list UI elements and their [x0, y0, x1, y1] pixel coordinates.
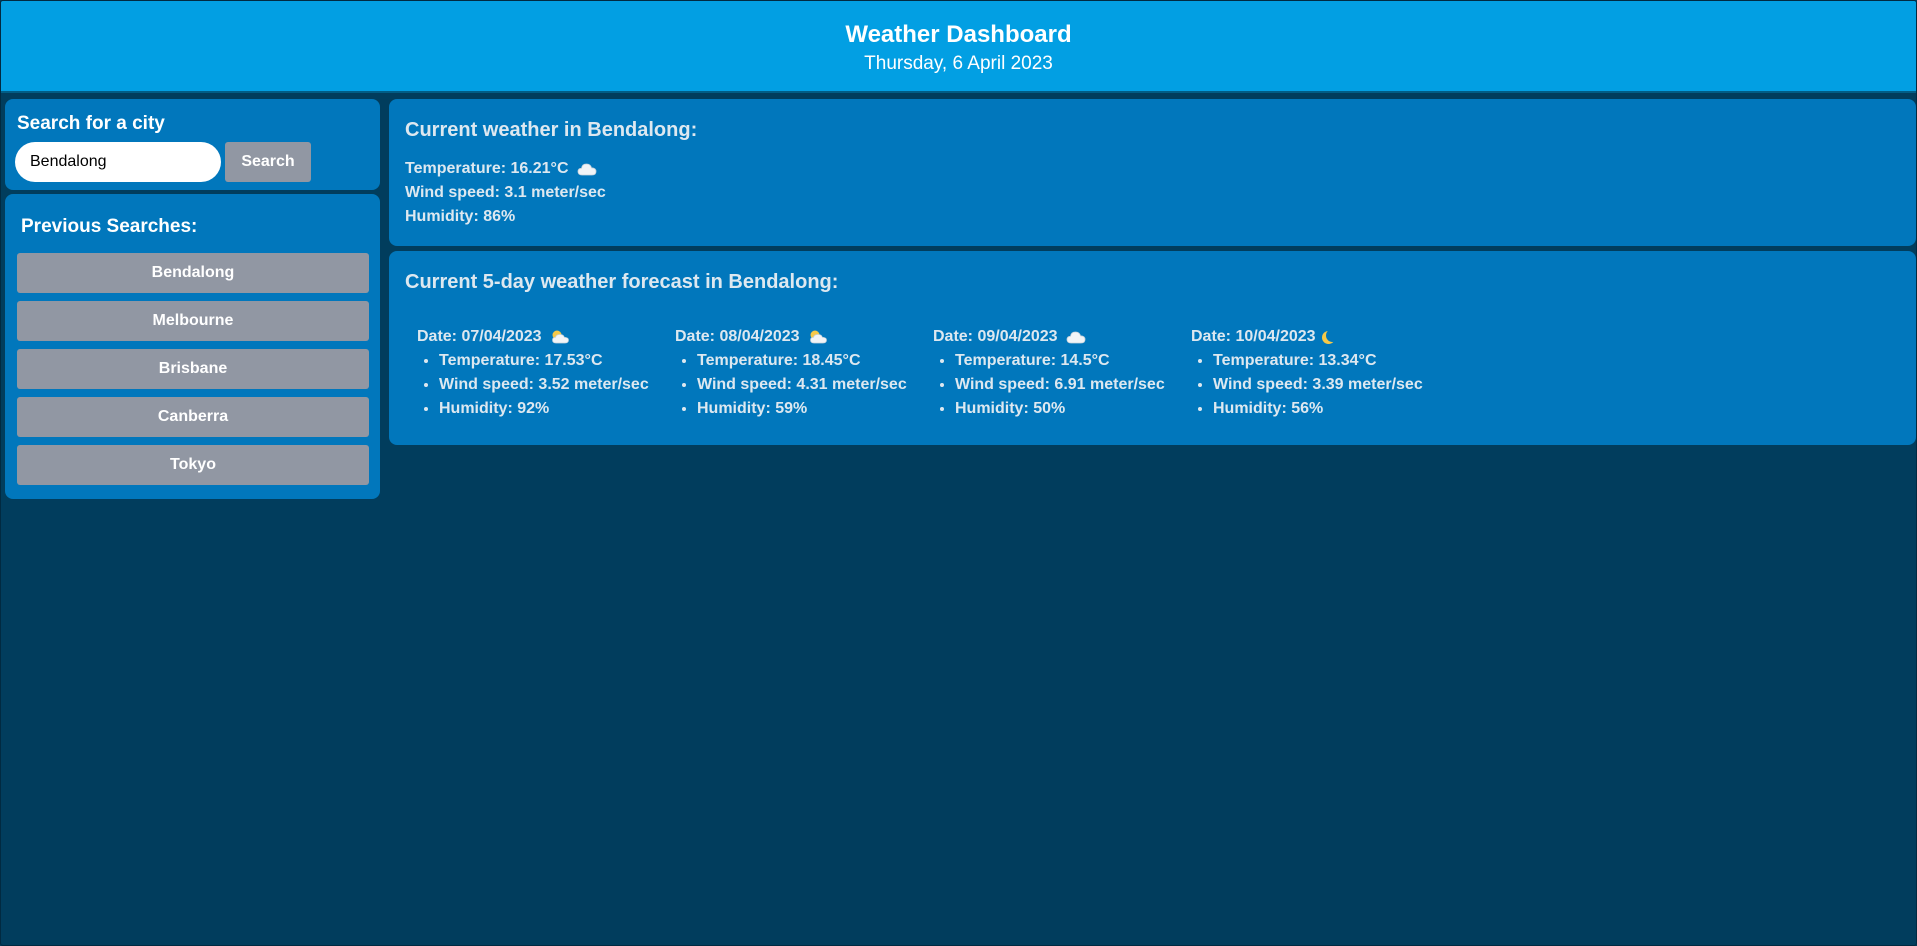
moon-icon — [1326, 329, 1339, 342]
forecast-day: Date: 08/04/2023 Temperature: 18.45°C Wi… — [675, 325, 933, 421]
cloud-icon — [577, 163, 597, 176]
forecast-date-line: Date: 07/04/2023 — [417, 325, 675, 349]
forecast-temperature: Temperature: 18.45°C — [697, 349, 933, 373]
forecast-temperature: Temperature: 14.5°C — [955, 349, 1191, 373]
forecast-day: Date: 10/04/2023 Temperature: 13.34°C Wi… — [1191, 325, 1449, 421]
previous-searches-heading: Previous Searches: — [21, 216, 198, 237]
forecast-wind-speed: Wind speed: 4.31 meter/sec — [697, 373, 933, 397]
forecast-humidity: Humidity: 59% — [697, 397, 933, 421]
forecast-panel: Current 5-day weather forecast in Bendal… — [389, 251, 1916, 445]
page-header: Weather Dashboard Thursday, 6 April 2023 — [1, 1, 1916, 93]
forecast-humidity: Humidity: 56% — [1213, 397, 1449, 421]
forecast-humidity: Humidity: 50% — [955, 397, 1191, 421]
cloud-icon — [1066, 331, 1086, 344]
forecast-day: Date: 07/04/2023 Temperature: 17.53°C Wi… — [417, 325, 675, 421]
forecast-wind-speed: Wind speed: 3.39 meter/sec — [1213, 373, 1449, 397]
previous-search-button[interactable]: Bendalong — [17, 253, 369, 293]
search-panel: Search for a city Search — [5, 99, 380, 190]
sidebar: Search for a city Search Previous Search… — [5, 99, 380, 499]
header-date: Thursday, 6 April 2023 — [864, 53, 1053, 74]
current-weather-panel: Current weather in Bendalong: Temperatur… — [389, 99, 1916, 246]
weather-dashboard-page: Weather Dashboard Thursday, 6 April 2023… — [0, 0, 1917, 946]
previous-search-button[interactable]: Melbourne — [17, 301, 369, 341]
forecast-temperature: Temperature: 13.34°C — [1213, 349, 1449, 373]
sun-behind-cloud-icon — [810, 330, 827, 344]
search-heading: Search for a city — [17, 113, 165, 134]
forecast-details-list: Temperature: 14.5°C Wind speed: 6.91 met… — [933, 349, 1191, 421]
page-title: Weather Dashboard — [845, 21, 1072, 48]
current-humidity: Humidity: 86% — [405, 208, 516, 225]
forecast-date-line: Date: 08/04/2023 — [675, 325, 933, 349]
forecast-wind-speed: Wind speed: 6.91 meter/sec — [955, 373, 1191, 397]
forecast-heading: Current 5-day weather forecast in Bendal… — [405, 271, 839, 293]
current-weather-stats: Temperature: 16.21°C Wind speed: 3.1 met… — [405, 157, 1916, 229]
search-button[interactable]: Search — [225, 142, 311, 182]
previous-search-button[interactable]: Brisbane — [17, 349, 369, 389]
current-wind-speed: Wind speed: 3.1 meter/sec — [405, 184, 606, 201]
forecast-date: Date: 09/04/2023 — [933, 328, 1058, 345]
forecast-date: Date: 08/04/2023 — [675, 328, 800, 345]
forecast-day: Date: 09/04/2023 Temperature: 14.5°C Win… — [933, 325, 1191, 421]
forecast-date: Date: 07/04/2023 — [417, 328, 542, 345]
current-temperature: Temperature: 16.21°C — [405, 160, 569, 177]
forecast-date-line: Date: 10/04/2023 — [1191, 325, 1449, 349]
search-row: Search — [15, 142, 370, 182]
main-content: Current weather in Bendalong: Temperatur… — [389, 99, 1916, 445]
forecast-date: Date: 10/04/2023 — [1191, 328, 1316, 345]
previous-searches-panel: Previous Searches: Bendalong Melbourne B… — [5, 194, 380, 499]
forecast-humidity: Humidity: 92% — [439, 397, 675, 421]
city-search-input[interactable] — [15, 142, 221, 182]
forecast-details-list: Temperature: 13.34°C Wind speed: 3.39 me… — [1191, 349, 1449, 421]
forecast-details-list: Temperature: 17.53°C Wind speed: 3.52 me… — [417, 349, 675, 421]
forecast-date-line: Date: 09/04/2023 — [933, 325, 1191, 349]
forecast-wind-speed: Wind speed: 3.52 meter/sec — [439, 373, 675, 397]
sun-behind-cloud-icon — [552, 330, 569, 344]
forecast-details-list: Temperature: 18.45°C Wind speed: 4.31 me… — [675, 349, 933, 421]
forecast-row: Date: 07/04/2023 Temperature: 17.53°C Wi… — [405, 325, 1916, 421]
previous-search-button[interactable]: Canberra — [17, 397, 369, 437]
current-weather-heading: Current weather in Bendalong: — [405, 119, 698, 141]
current-temperature-line: Temperature: 16.21°C — [405, 157, 1916, 181]
forecast-temperature: Temperature: 17.53°C — [439, 349, 675, 373]
previous-search-button[interactable]: Tokyo — [17, 445, 369, 485]
